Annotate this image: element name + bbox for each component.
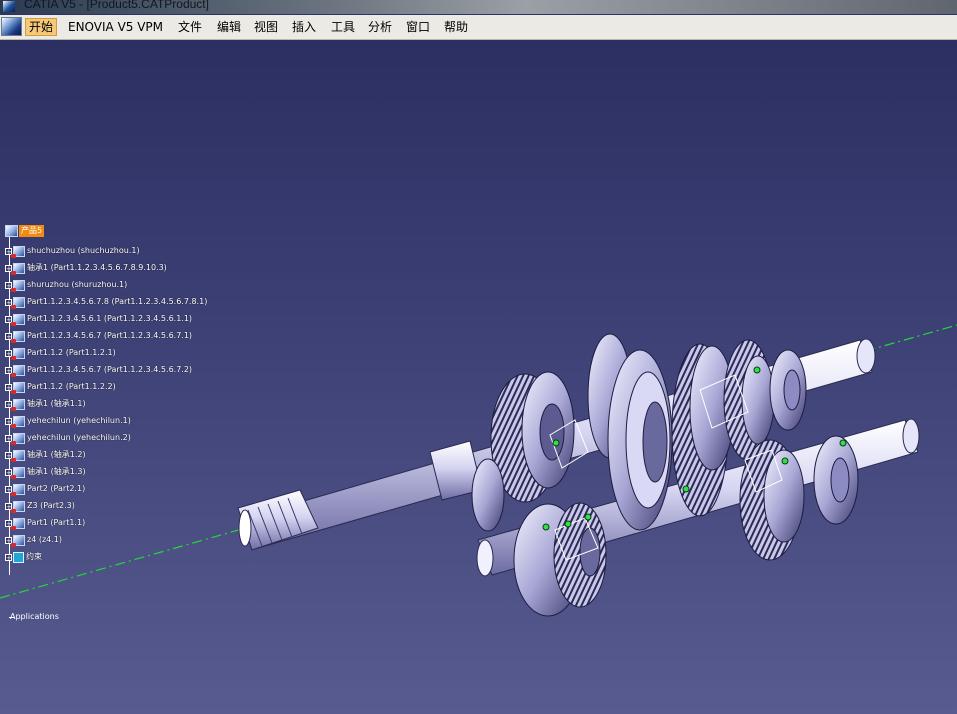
product-icon[interactable] xyxy=(5,225,18,237)
tree-item[interactable]: + Part2 (Part2.1) xyxy=(5,481,85,497)
part-icon xyxy=(11,432,25,445)
tree-item[interactable]: + shuchuzhou (shuchuzhou.1) xyxy=(5,243,140,259)
tree-item[interactable]: + Part1 (Part1.1) xyxy=(5,515,85,531)
menu-start[interactable]: 开始 xyxy=(25,18,58,36)
tree-item[interactable]: + Part1.1.2.3.4.5.6.7.8 (Part1.1.2.3.4.5.… xyxy=(5,294,207,310)
menu-window[interactable]: 窗口 xyxy=(403,18,433,36)
menu-bar: 开始 ENOVIA V5 VPM 文件 编辑 视图 插入 工具 分析 窗口 帮助 xyxy=(0,15,957,40)
part-icon xyxy=(11,500,25,513)
tree-item[interactable]: + yehechilun (yehechilun.1) xyxy=(5,413,131,429)
tree-item[interactable]: + Part1.1.2 (Part1.1.2.2) xyxy=(5,379,116,395)
part-icon xyxy=(11,466,25,479)
part-icon xyxy=(11,517,25,530)
part-icon xyxy=(11,483,25,496)
part-icon xyxy=(11,313,25,326)
menu-view[interactable]: 视图 xyxy=(251,18,281,36)
part-icon xyxy=(11,364,25,377)
part-icon xyxy=(11,330,25,343)
tree-item-applications[interactable]: Applications xyxy=(10,612,59,621)
part-icon xyxy=(11,415,25,428)
part-icon xyxy=(11,245,25,258)
3d-viewport[interactable]: 产品5 + shuchuzhou (shuchuzhou.1) + 轴承1 (Par… xyxy=(0,40,957,714)
part-icon xyxy=(11,347,25,360)
tree-item-constraints[interactable]: + 约束 xyxy=(5,549,42,565)
menu-enovia[interactable]: ENOVIA V5 VPM xyxy=(65,18,166,36)
catia-app-icon[interactable] xyxy=(1,17,22,36)
part-icon xyxy=(11,279,25,292)
tree-item[interactable]: + shuruzhou (shuruzhou.1) xyxy=(5,277,127,293)
part-icon xyxy=(11,449,25,462)
tree-item[interactable]: + Part1.1.2.3.4.5.6.7 (Part1.1.2.3.4.5.6.… xyxy=(5,328,192,344)
tree-item[interactable]: + Part1.1.2 (Part1.1.2.1) xyxy=(5,345,116,361)
part-icon xyxy=(11,398,25,411)
tree-item[interactable]: + 轴承1 (轴承1.1) xyxy=(5,396,86,412)
tree-item[interactable]: + Part1.1.2.3.4.5.6.7 (Part1.1.2.3.4.5.6.… xyxy=(5,362,192,378)
tree-item[interactable]: + yehechilun (yehechilun.2) xyxy=(5,430,131,446)
window-title: CATIA V5 - [Product5.CATProduct] xyxy=(24,0,209,11)
tree-item[interactable]: + Part1.1.2.3.4.5.6.1 (Part1.1.2.3.4.5.6.… xyxy=(5,311,192,327)
specification-tree: 产品5 + shuchuzhou (shuchuzhou.1) + 轴承1 (Par… xyxy=(0,225,240,621)
part-icon xyxy=(11,296,25,309)
part-icon xyxy=(11,381,25,394)
tree-item[interactable]: + Z3 (Part2.3) xyxy=(5,498,75,514)
menu-help[interactable]: 帮助 xyxy=(441,18,471,36)
expand-icon[interactable]: + xyxy=(5,553,12,561)
title-bar: CATIA V5 - [Product5.CATProduct] xyxy=(0,0,957,14)
constraints-icon xyxy=(13,551,24,563)
menu-analysis[interactable]: 分析 xyxy=(365,18,395,36)
part-icon xyxy=(11,534,25,547)
menu-edit[interactable]: 编辑 xyxy=(214,18,244,36)
tree-item[interactable]: + z4 (z4.1) xyxy=(5,532,62,548)
tree-item[interactable]: + 轴承1 (轴承1.2) xyxy=(5,447,86,463)
output-gear-left[interactable] xyxy=(513,502,607,617)
menu-tools[interactable]: 工具 xyxy=(328,18,358,36)
menu-insert[interactable]: 插入 xyxy=(289,18,319,36)
tree-item[interactable]: + 轴承1 (轴承1.3) xyxy=(5,464,86,480)
tree-item[interactable]: + 轴承1 (Part1.1.2.3.4.5.6.7.8.9.10.3) xyxy=(5,260,167,276)
menu-file[interactable]: 文件 xyxy=(175,18,205,36)
tree-root-product[interactable]: 产品5 xyxy=(19,225,45,237)
catia-logo-icon xyxy=(3,1,15,12)
part-icon xyxy=(11,262,25,275)
synchronizer-hub[interactable] xyxy=(587,333,673,531)
